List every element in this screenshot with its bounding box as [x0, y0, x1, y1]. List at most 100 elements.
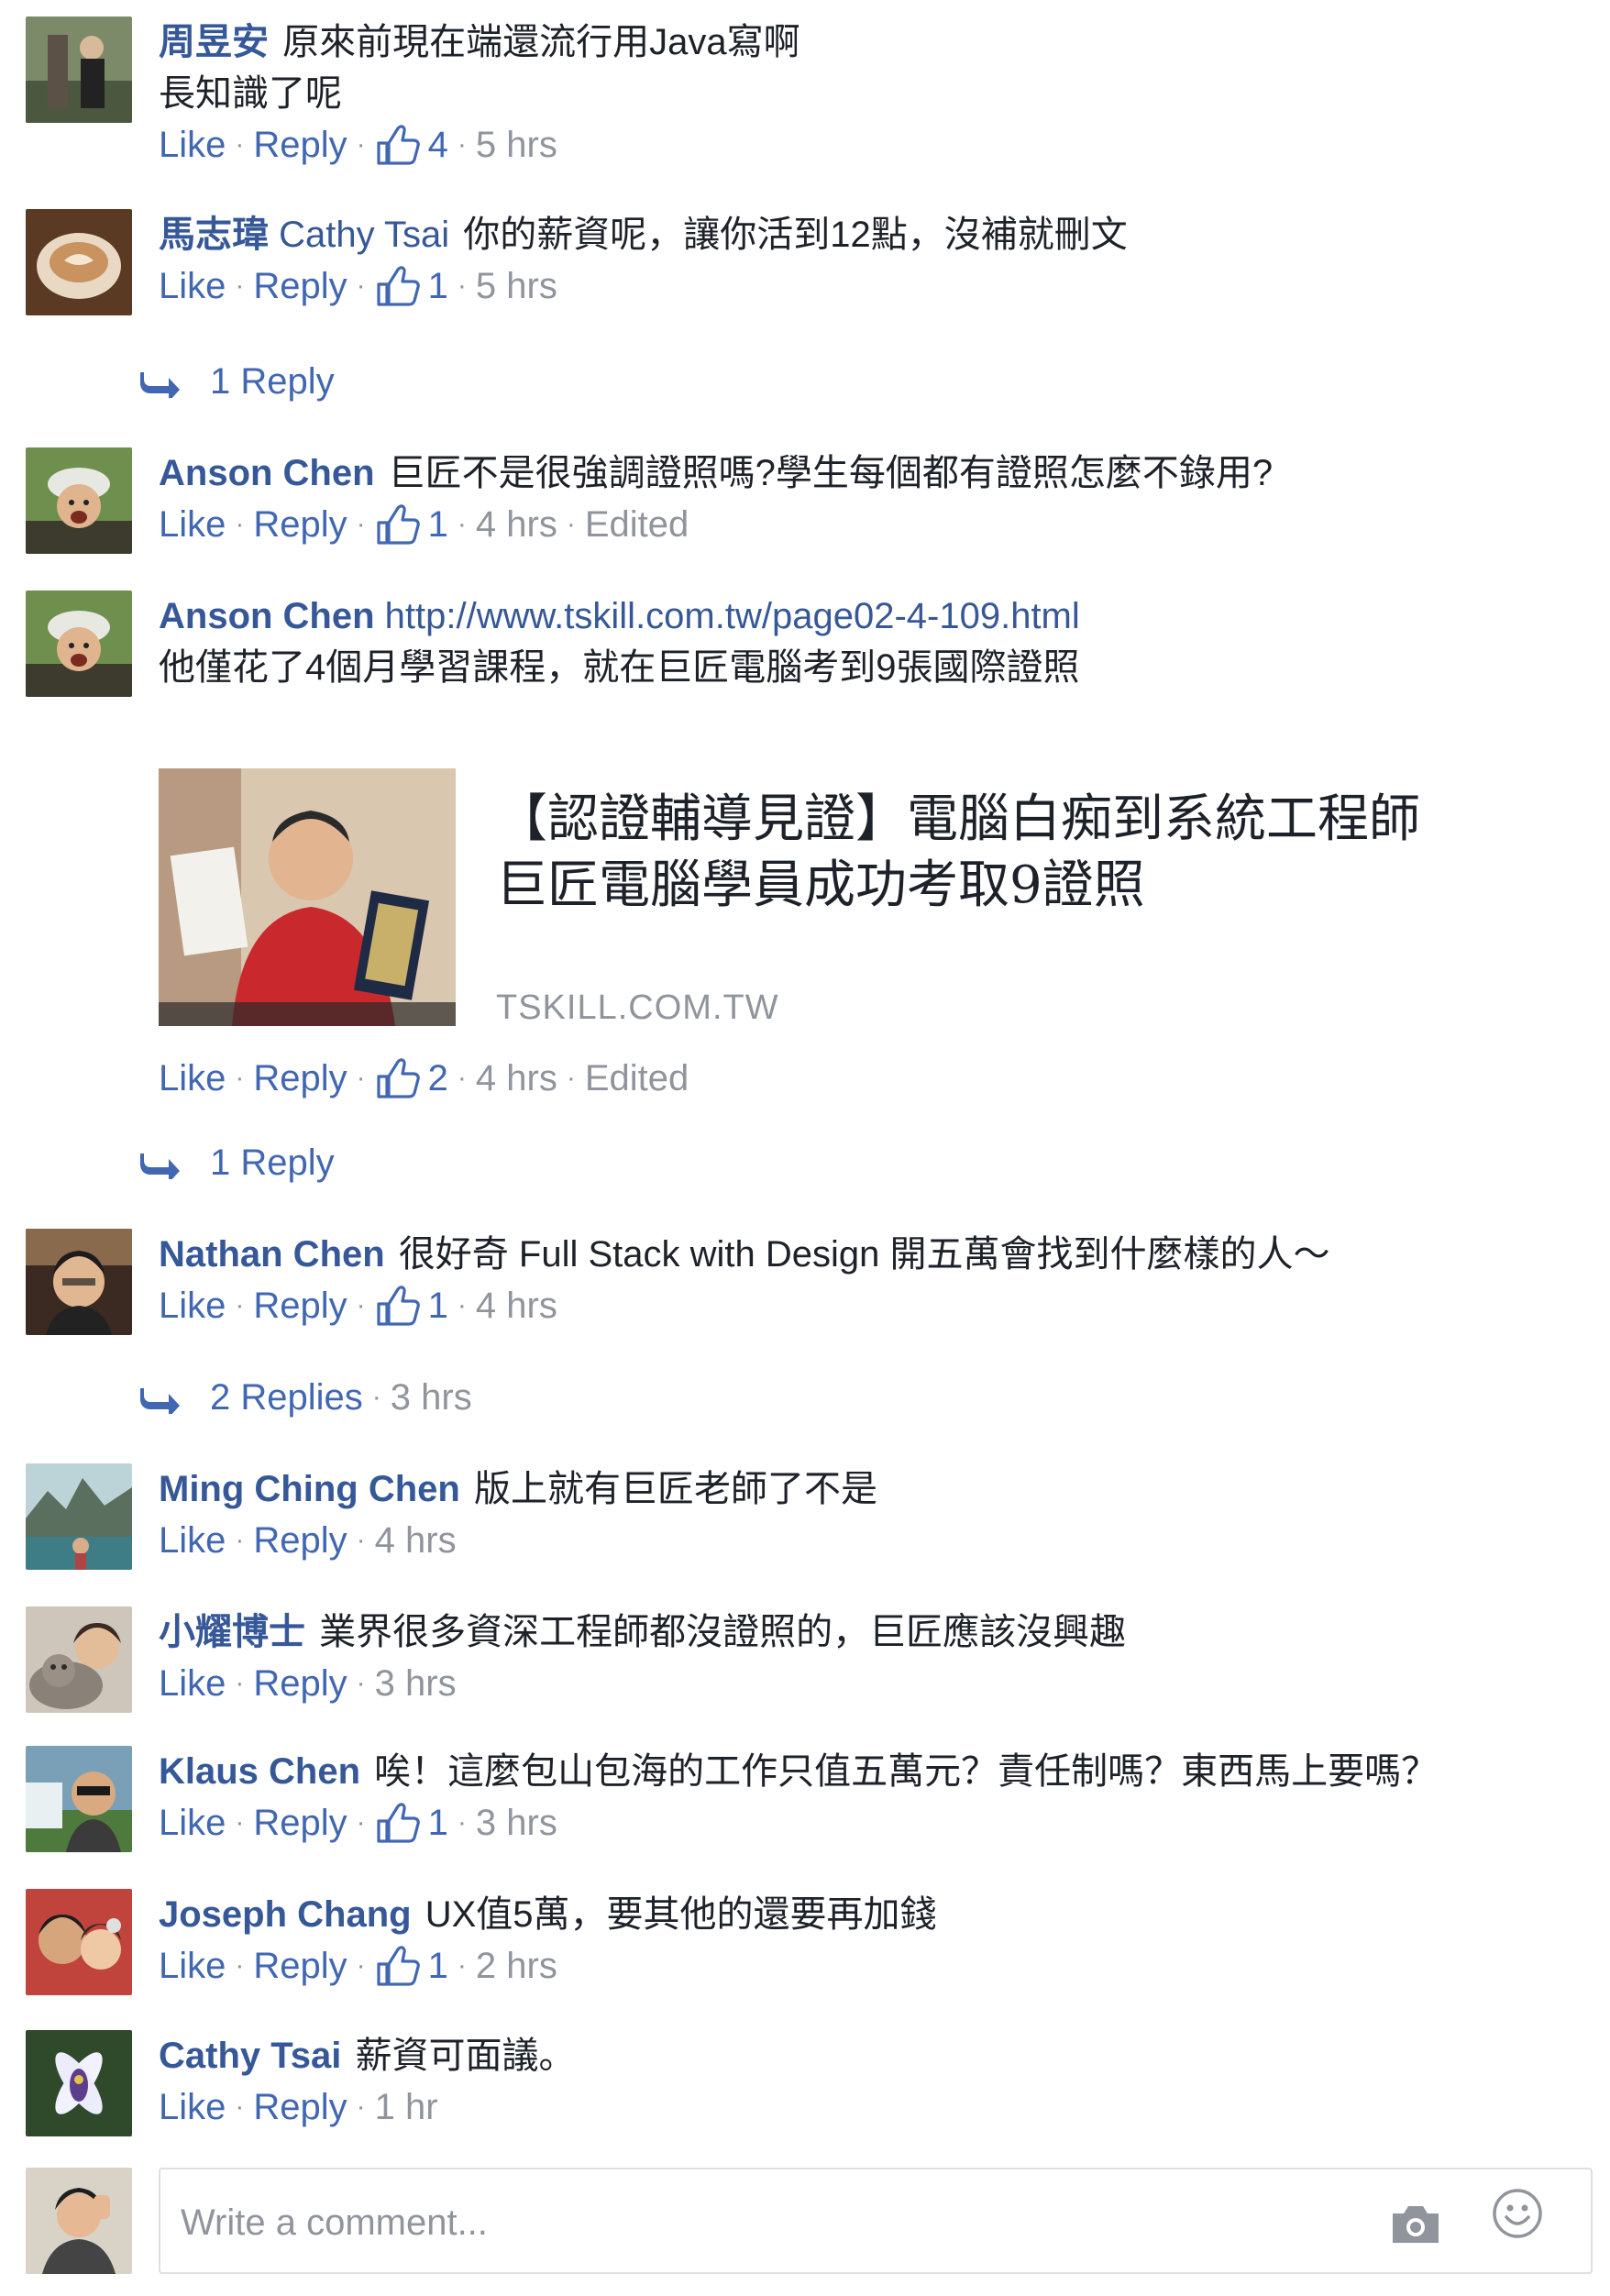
like-button[interactable]: Like	[159, 499, 226, 550]
replies-count[interactable]: 1 Reply	[210, 1137, 335, 1188]
like-button[interactable]: Like	[159, 1280, 226, 1331]
timestamp[interactable]: 3 hrs	[476, 1797, 557, 1849]
separator: ·	[566, 1063, 576, 1093]
separator: ·	[235, 1807, 245, 1838]
like-button[interactable]: Like	[159, 1515, 226, 1566]
reply-button[interactable]: Reply	[253, 1797, 347, 1849]
reply-button[interactable]: Reply	[253, 119, 347, 171]
like-count[interactable]: 4	[428, 119, 448, 171]
separator: ·	[356, 1668, 366, 1698]
timestamp[interactable]: 3 hrs	[375, 1658, 457, 1709]
like-count[interactable]: 1	[428, 499, 448, 550]
separator: ·	[235, 1950, 245, 1981]
separator: ·	[457, 270, 467, 301]
separator: ·	[457, 1063, 467, 1093]
emoji-icon[interactable]	[1492, 2188, 1543, 2239]
avatar[interactable]	[26, 1746, 132, 1852]
avatar[interactable]	[26, 1229, 132, 1335]
view-replies-link[interactable]: 2 Replies · 3 hrs	[140, 1372, 472, 1423]
thumbs-up-icon[interactable]	[375, 1056, 421, 1100]
separator: ·	[235, 1063, 245, 1093]
comment-composer	[26, 2168, 1593, 2278]
timestamp[interactable]: 5 hrs	[476, 260, 557, 312]
author-name[interactable]: 周昱安	[159, 22, 269, 62]
author-name[interactable]: Cathy Tsai	[159, 2036, 341, 2076]
mention-link[interactable]: Cathy Tsai	[279, 215, 449, 255]
like-count[interactable]: 1	[428, 260, 448, 312]
like-count[interactable]: 1	[428, 1280, 448, 1331]
thumbs-up-icon[interactable]	[375, 1944, 421, 1988]
like-button[interactable]: Like	[159, 1940, 226, 1992]
like-button[interactable]: Like	[159, 1658, 226, 1709]
comment-text: UX值5萬，要其他的還要再加錢	[425, 1894, 937, 1935]
reply-button[interactable]: Reply	[253, 1658, 347, 1709]
reply-button[interactable]: Reply	[253, 260, 347, 312]
avatar[interactable]	[26, 447, 132, 554]
thumbs-up-icon[interactable]	[375, 1284, 421, 1328]
timestamp[interactable]: 4 hrs	[476, 1280, 557, 1331]
edited-label[interactable]: Edited	[585, 1053, 689, 1104]
link-preview-title[interactable]: 【認證輔導見證】電腦白痴到系統工程師 巨匠電腦學員成功考取9證照	[496, 787, 1450, 919]
reply-button[interactable]: Reply	[253, 499, 347, 550]
like-button[interactable]: Like	[159, 1053, 226, 1104]
avatar[interactable]	[26, 2030, 132, 2136]
author-name[interactable]: 小耀博士	[159, 1612, 305, 1652]
reply-button[interactable]: Reply	[253, 2081, 347, 2133]
like-count[interactable]: 1	[428, 1940, 448, 1992]
author-name[interactable]: Nathan Chen	[159, 1234, 385, 1275]
avatar[interactable]	[26, 591, 132, 697]
timestamp[interactable]: 4 hrs	[375, 1515, 457, 1566]
like-button[interactable]: Like	[159, 2081, 226, 2133]
separator: ·	[356, 2092, 366, 2122]
current-user-avatar[interactable]	[26, 2168, 132, 2274]
replies-count[interactable]: 2 Replies	[210, 1372, 363, 1423]
author-name[interactable]: Anson Chen	[159, 453, 375, 493]
camera-icon[interactable]	[1389, 2202, 1442, 2245]
timestamp[interactable]: 4 hrs	[476, 1053, 557, 1104]
like-button[interactable]: Like	[159, 1797, 226, 1849]
reply-arrow-icon	[140, 365, 182, 398]
author-name[interactable]: 馬志瑋	[159, 215, 269, 255]
separator: ·	[371, 1382, 381, 1412]
reply-button[interactable]: Reply	[253, 1280, 347, 1331]
avatar[interactable]	[26, 17, 132, 123]
timestamp[interactable]: 5 hrs	[476, 119, 557, 171]
url-link[interactable]: http://www.tskill.com.tw/page02-4-109.ht…	[385, 596, 1080, 636]
like-count[interactable]: 2	[428, 1053, 448, 1104]
like-button[interactable]: Like	[159, 260, 226, 312]
avatar[interactable]	[26, 209, 132, 315]
author-name[interactable]: Anson Chen	[159, 596, 375, 636]
thumbs-up-icon[interactable]	[375, 123, 421, 167]
link-preview-image[interactable]	[159, 768, 456, 1026]
comment-actions: Like · Reply · 4 hrs	[159, 1515, 1592, 1566]
comment-actions: Like · Reply · 4 · 5 hrs	[159, 119, 1592, 171]
avatar[interactable]	[26, 1606, 132, 1713]
separator: ·	[457, 1950, 467, 1981]
timestamp[interactable]: 1 hr	[375, 2081, 438, 2133]
link-preview-card[interactable]: 【認證輔導見證】電腦白痴到系統工程師 巨匠電腦學員成功考取9證照 TSKILL.C…	[159, 768, 1461, 1030]
reply-button[interactable]: Reply	[253, 1940, 347, 1992]
separator: ·	[566, 509, 576, 539]
thumbs-up-icon[interactable]	[375, 1801, 421, 1845]
reply-button[interactable]: Reply	[253, 1053, 347, 1104]
comment-input-box[interactable]	[159, 2168, 1593, 2274]
author-name[interactable]: Joseph Chang	[159, 1894, 412, 1935]
reply-button[interactable]: Reply	[253, 1515, 347, 1566]
thumbs-up-icon[interactable]	[375, 264, 421, 308]
timestamp[interactable]: 4 hrs	[476, 499, 557, 550]
avatar[interactable]	[26, 1463, 132, 1570]
edited-label[interactable]: Edited	[585, 499, 689, 550]
thumbs-up-icon[interactable]	[375, 502, 421, 546]
view-replies-link[interactable]: 1 Reply	[140, 1137, 335, 1188]
author-name[interactable]: Klaus Chen	[159, 1751, 360, 1792]
author-name[interactable]: Ming Ching Chen	[159, 1469, 460, 1509]
like-button[interactable]: Like	[159, 119, 226, 171]
timestamp[interactable]: 2 hrs	[476, 1940, 557, 1992]
separator: ·	[457, 1807, 467, 1838]
comment-input[interactable]	[181, 2195, 1281, 2250]
like-count[interactable]: 1	[428, 1797, 448, 1849]
view-replies-link[interactable]: 1 Reply	[140, 356, 335, 407]
title-line: 巨匠電腦學員成功考取9證照	[496, 855, 1145, 915]
avatar[interactable]	[26, 1889, 132, 1995]
replies-count[interactable]: 1 Reply	[210, 356, 335, 407]
